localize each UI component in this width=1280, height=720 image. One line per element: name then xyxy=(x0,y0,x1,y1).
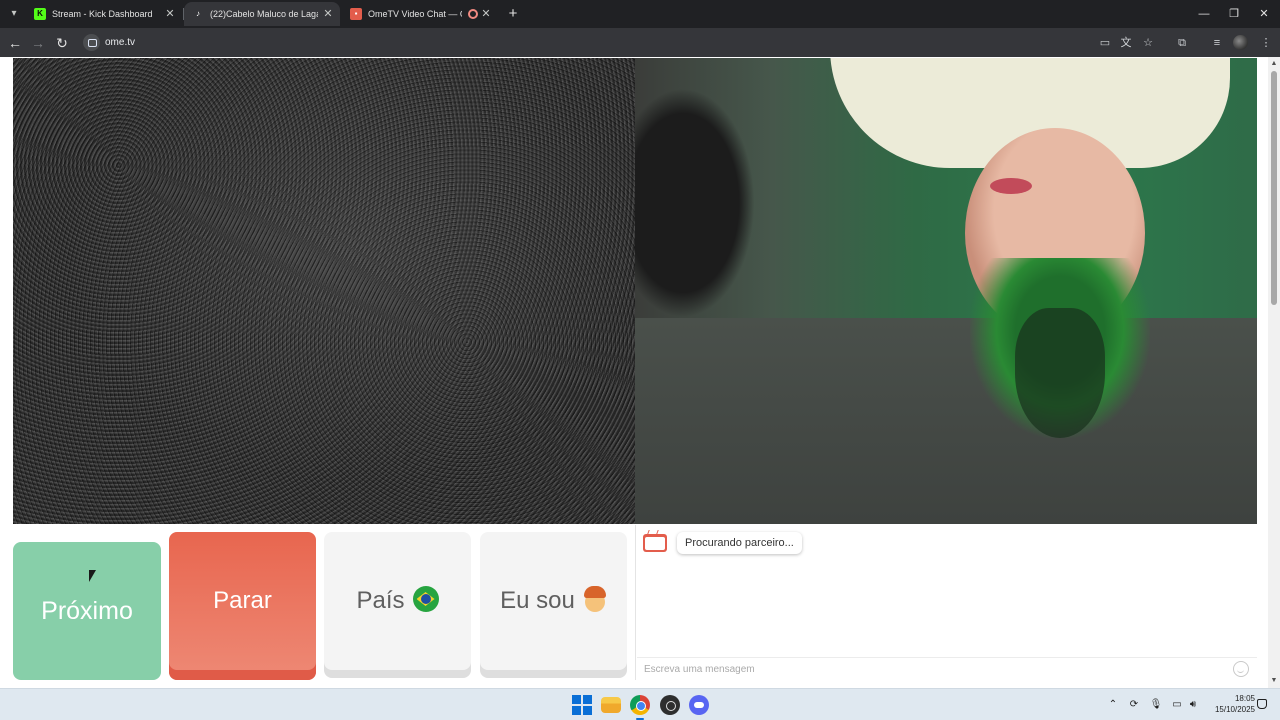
minimize-button[interactable]: — xyxy=(1188,0,1220,28)
tab-search-icon[interactable]: ▾ xyxy=(6,6,22,22)
back-button[interactable]: ← xyxy=(5,33,25,53)
tab-title: Stream - Kick Dashboard xyxy=(52,9,153,19)
camera-person-mouth xyxy=(990,178,1032,194)
media-controls-icon[interactable]: ≡ xyxy=(1207,33,1227,53)
tray-overflow-icon[interactable]: ⌃ xyxy=(1105,697,1121,713)
camera-person-hair-shadow xyxy=(1015,308,1105,438)
next-button[interactable]: Próximo xyxy=(13,542,161,680)
tab-strip: ▾ K Stream - Kick Dashboard ✕ ♪ (22)Cabe… xyxy=(0,0,1280,28)
obs-icon[interactable] xyxy=(660,695,680,715)
close-icon[interactable]: ✕ xyxy=(322,2,334,26)
new-tab-button[interactable]: + xyxy=(503,4,523,24)
clock-time: 18:05 xyxy=(1234,694,1255,703)
close-icon[interactable]: ✕ xyxy=(480,2,492,26)
message-input[interactable] xyxy=(637,657,1257,680)
gender-button[interactable]: Eu sou xyxy=(480,532,627,670)
microphone-icon[interactable]: 🎙︎ xyxy=(1148,697,1164,713)
stop-button[interactable]: Parar xyxy=(169,532,316,680)
ometv-page: Próximo Parar País Eu sou Procurando par… xyxy=(0,57,1280,688)
partner-video-static xyxy=(13,58,635,524)
chrome-icon[interactable] xyxy=(630,695,650,715)
scroll-down-arrow-icon[interactable]: ▼ xyxy=(1270,677,1278,685)
file-explorer-icon[interactable] xyxy=(601,697,621,713)
next-button-label: Próximo xyxy=(41,597,133,625)
tab-kick-dashboard[interactable]: K Stream - Kick Dashboard ✕ xyxy=(26,2,182,26)
clock-date: 15/10/2025 xyxy=(1214,705,1255,714)
taskbar-clock[interactable]: 18:05 15/10/2025 xyxy=(1205,693,1255,715)
ometv-logo-icon xyxy=(643,534,667,552)
windows-taskbar: ⌃ ⟳ 🎙︎ ▭ 🔊︎ 18:05 15/10/2025 xyxy=(0,688,1280,720)
mouse-cursor-icon xyxy=(89,570,96,582)
stop-button-label: Parar xyxy=(213,587,272,614)
close-icon[interactable]: ✕ xyxy=(164,2,176,26)
gender-button-label: Eu sou xyxy=(500,587,575,614)
bookmark-star-icon[interactable]: ☆ xyxy=(1138,33,1158,53)
browser-menu-icon[interactable]: ⋮ xyxy=(1256,33,1276,53)
notification-bell-icon[interactable] xyxy=(1257,699,1267,709)
url-text: ome.tv xyxy=(105,37,136,48)
scroll-up-arrow-icon[interactable]: ▲ xyxy=(1270,60,1278,68)
emoji-icon[interactable] xyxy=(1233,661,1249,677)
volume-icon[interactable]: 🔊︎ xyxy=(1185,697,1201,713)
site-info-icon[interactable] xyxy=(83,34,100,51)
forward-button[interactable]: → xyxy=(28,33,48,53)
translate-icon[interactable]: 文 xyxy=(1116,33,1136,53)
tab-ometv[interactable]: ▪ OmeTV Video Chat — Ome ✕ xyxy=(342,2,498,26)
scrollbar-thumb[interactable] xyxy=(1271,71,1277,305)
cast-icon[interactable]: ▭ xyxy=(1095,33,1115,53)
extensions-icon[interactable]: ⧉ xyxy=(1172,33,1192,53)
country-button-label: País xyxy=(356,587,405,614)
camera-background xyxy=(635,318,1257,524)
self-camera-video xyxy=(635,58,1257,524)
windows-start-icon[interactable] xyxy=(572,695,592,715)
profile-avatar[interactable] xyxy=(1233,35,1248,50)
tab-tiktok[interactable]: ♪ (22)Cabelo Maluco de Lagarto ✕ xyxy=(184,2,340,26)
page-scrollbar[interactable]: ▲ ▼ xyxy=(1268,57,1280,688)
address-bar[interactable]: ome.tv xyxy=(79,31,1089,54)
chat-panel: Procurando parceiro... xyxy=(635,525,1257,680)
sync-icon[interactable]: ⟳ xyxy=(1126,697,1142,713)
country-button[interactable]: País xyxy=(324,532,471,670)
brazil-flag-icon xyxy=(412,586,439,612)
discord-icon[interactable] xyxy=(689,695,709,715)
tiktok-icon: ♪ xyxy=(196,9,200,18)
recording-icon xyxy=(468,9,478,19)
ometv-icon: ▪ xyxy=(350,8,362,20)
window-close-button[interactable]: ✕ xyxy=(1248,0,1280,28)
reload-button[interactable]: ↻ xyxy=(52,33,72,53)
boy-emoji-icon xyxy=(583,586,607,614)
kick-icon: K xyxy=(34,8,46,20)
camera-chair-shape xyxy=(635,88,755,318)
restore-button[interactable]: ❐ xyxy=(1218,0,1250,28)
browser-toolbar: ← → ↻ ome.tv ▭ 文 ☆ ⧉ ≡ ⋮ xyxy=(0,28,1280,57)
display-icon[interactable]: ▭ xyxy=(1169,697,1185,713)
tab-title: (22)Cabelo Maluco de Lagarto xyxy=(210,9,318,19)
chat-status-message: Procurando parceiro... xyxy=(677,532,802,554)
tab-title: OmeTV Video Chat — Ome xyxy=(368,9,462,19)
